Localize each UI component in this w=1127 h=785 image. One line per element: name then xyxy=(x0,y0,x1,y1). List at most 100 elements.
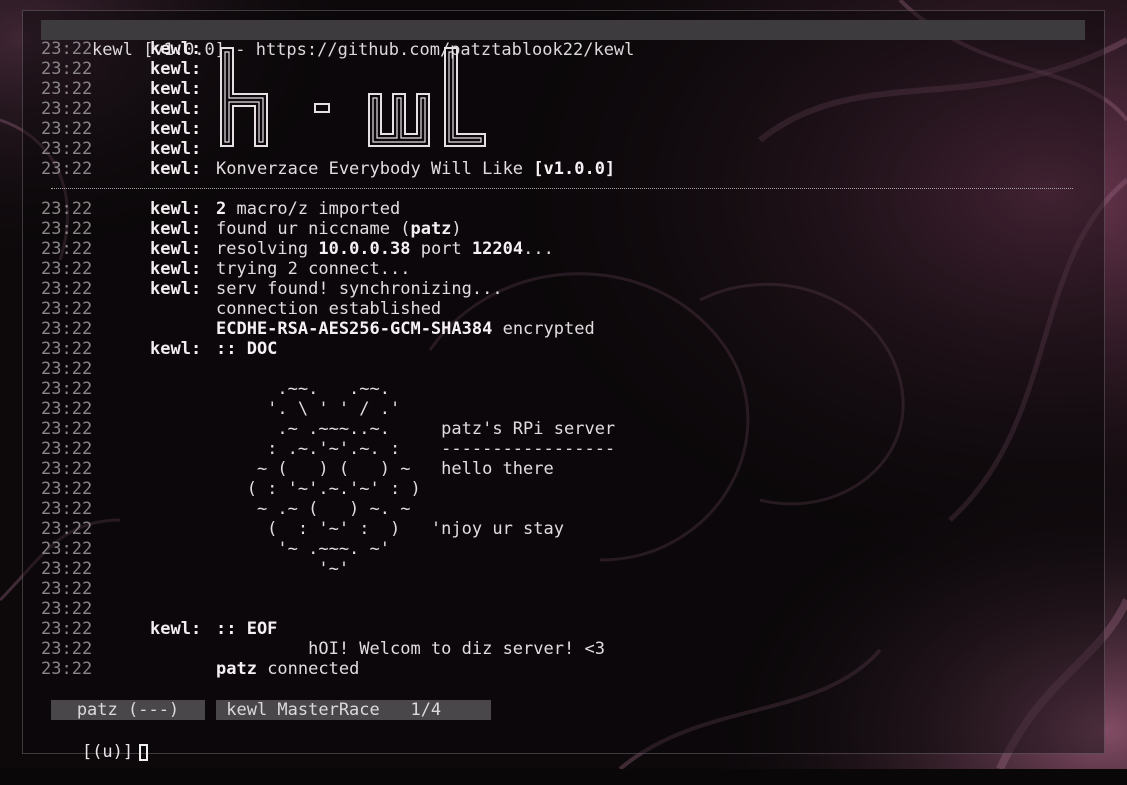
timestamp: 23:22 xyxy=(41,59,93,79)
msg-bold: 12204 xyxy=(471,239,524,259)
timestamp: 23:22 xyxy=(41,159,93,179)
timestamp: 23:22 xyxy=(41,39,93,59)
timestamp: 23:22 xyxy=(41,479,93,499)
nick: kewl: xyxy=(150,39,202,59)
log-line: 23:22 kewl: xyxy=(41,99,201,119)
timestamp: 23:22 xyxy=(41,99,93,119)
motd-art-line: : .~.'~'.~. : ----------------- xyxy=(216,439,616,459)
motd-art-line: ~ ( ) ( ) ~ hello there xyxy=(216,459,554,479)
version: [v1.0.0] xyxy=(533,159,616,179)
text-cursor[interactable] xyxy=(139,743,149,761)
tagline: Konverzace Everybody Will Like [v1.0.0] xyxy=(216,159,615,179)
timestamp: 23:22 xyxy=(41,519,93,539)
nick: kewl: xyxy=(150,159,202,179)
log-line: 23:22 kewl: 2 macro/z imported xyxy=(41,199,400,219)
timestamp: 23:22 xyxy=(41,439,93,459)
message: ECDHE-RSA-AES256-GCM-SHA384 encrypted xyxy=(216,319,595,339)
motd-art-line: ( : '~' : ) 'njoy ur stay xyxy=(216,519,564,539)
message: 2 macro/z imported xyxy=(216,199,400,219)
timestamp: 23:22 xyxy=(41,219,93,239)
msg-bold: patz xyxy=(216,659,257,679)
timestamp: 23:22 xyxy=(41,659,93,679)
msg-text: connected xyxy=(256,659,360,679)
message: :: EOF xyxy=(216,619,277,639)
nick: kewl: xyxy=(150,59,202,79)
timestamp: 23:22 xyxy=(41,559,93,579)
msg-text: found ur niccname ( xyxy=(216,219,411,239)
timestamp: 23:22 xyxy=(41,379,93,399)
message: resolving 10.0.0.38 port 12204... xyxy=(216,239,554,259)
motd-art-line: '. \ ' ' / .' xyxy=(216,399,401,419)
log-line: 23:22 kewl: serv found! synchronizing... xyxy=(41,279,503,299)
input-line[interactable]: [(u)] xyxy=(41,719,149,762)
terminal-window: kewl [v1.0.0] - https://github.com/patzt… xyxy=(22,10,1105,762)
nick: kewl: xyxy=(150,119,202,139)
tagline-text: Konverzace Everybody Will Like xyxy=(216,159,534,179)
log-line: 23:22 kewl: xyxy=(41,59,201,79)
msg-bold: patz xyxy=(410,219,452,239)
prompt-label: [(u)] xyxy=(81,742,134,762)
timestamp: 23:22 xyxy=(41,459,93,479)
message: connection established xyxy=(216,299,442,319)
timestamp: 23:22 xyxy=(41,599,93,619)
nick: kewl: xyxy=(150,279,202,299)
log-line: 23:22 patz connected xyxy=(41,659,359,679)
motd-art-line: ( : '~'.~.'~' : ) xyxy=(216,479,421,499)
log-line: 23:22 kewl: trying 2 connect... xyxy=(41,259,410,279)
msg-text: ) xyxy=(451,219,462,239)
status-user[interactable]: patz (---) xyxy=(51,700,205,720)
log-line: 23:22 kewl: found ur niccname (patz) xyxy=(41,219,462,239)
message: trying 2 connect... xyxy=(216,259,411,279)
timestamp: 23:22 xyxy=(41,259,93,279)
nick: kewl: xyxy=(150,339,202,359)
msg-text: port xyxy=(410,239,472,259)
msg-text: resolving xyxy=(216,239,319,259)
log-line: 23:22 kewl: Konverzace Everybody Will Li… xyxy=(41,159,615,179)
message: found ur niccname (patz) xyxy=(216,219,462,239)
nick: kewl: xyxy=(150,259,202,279)
timestamp: 23:22 xyxy=(41,579,93,599)
separator xyxy=(51,188,1073,189)
timestamp: 23:22 xyxy=(41,299,93,319)
timestamp: 23:22 xyxy=(41,139,93,159)
timestamp: 23:22 xyxy=(41,419,93,439)
status-channel[interactable]: kewl MasterRace 1/4 xyxy=(216,700,491,720)
log-line: 23:22 kewl: :: DOC xyxy=(41,339,277,359)
message: patz connected xyxy=(216,659,359,679)
message: hOI! Welcom to diz server! <3 xyxy=(216,639,605,659)
log-line: 23:22 kewl: xyxy=(41,139,201,159)
timestamp: 23:22 xyxy=(41,239,93,259)
timestamp: 23:22 xyxy=(41,319,93,339)
msg-bold: 10.0.0.38 xyxy=(318,239,411,259)
timestamp: 23:22 xyxy=(41,79,93,99)
msg-text: ... xyxy=(523,239,554,259)
timestamp: 23:22 xyxy=(41,359,93,379)
msg-bold: 2 xyxy=(216,199,227,219)
msg-bold: :: DOC xyxy=(216,339,278,359)
message: serv found! synchronizing... xyxy=(216,279,503,299)
motd-art-line: '~ .~~~. ~' xyxy=(216,539,390,559)
log-line: 23:22 kewl: xyxy=(41,79,201,99)
nick: kewl: xyxy=(150,199,202,219)
timestamp: 23:22 xyxy=(41,539,93,559)
kewl-logo xyxy=(219,46,491,155)
timestamp: 23:22 xyxy=(41,199,93,219)
log-line: 23:22 kewl: xyxy=(41,119,201,139)
status-bar: patz (---) kewl MasterRace 1/4 xyxy=(23,700,491,720)
log-line: 23:22 connection established xyxy=(41,299,441,319)
msg-text: encrypted xyxy=(492,319,595,339)
timestamp: 23:22 xyxy=(41,119,93,139)
motd-art-line: ~ .~ ( ) ~. ~ xyxy=(216,499,411,519)
log-line: 23:22 kewl: xyxy=(41,39,201,59)
nick: kewl: xyxy=(150,139,202,159)
log-line: 23:22 hOI! Welcom to diz server! <3 xyxy=(41,639,605,659)
motd-art-line: .~~. .~~. xyxy=(216,379,390,399)
timestamp: 23:22 xyxy=(41,619,93,639)
nick: kewl: xyxy=(150,99,202,119)
log-line: 23:22 kewl: :: EOF xyxy=(41,619,277,639)
nick: kewl: xyxy=(150,619,202,639)
message: :: DOC xyxy=(216,339,277,359)
timestamp: 23:22 xyxy=(41,339,93,359)
motd-art-line: .~ .~~~..~. patz's RPi server xyxy=(216,419,616,439)
nick: kewl: xyxy=(150,239,202,259)
